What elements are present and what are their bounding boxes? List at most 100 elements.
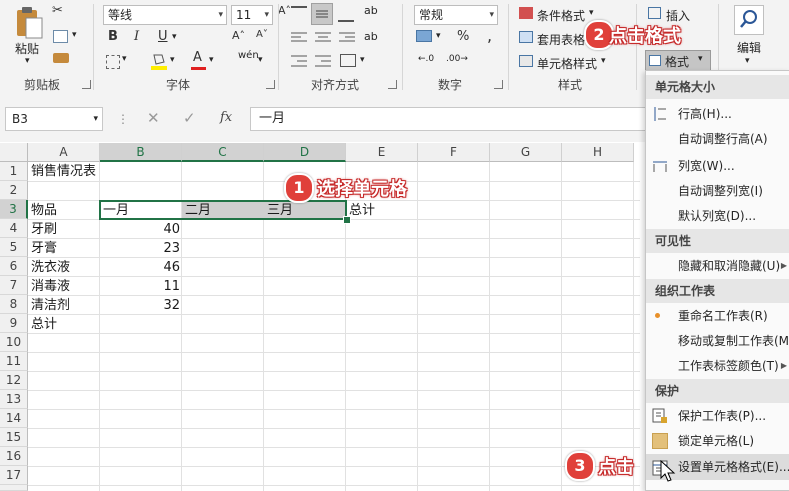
row-header[interactable]: 9 [0, 314, 28, 333]
cell-styles-dropdown-icon[interactable]: ▾ [601, 56, 606, 66]
cell-a7[interactable]: 消毒液 [29, 277, 72, 296]
underline-button[interactable]: U [158, 29, 168, 44]
grow-font-small-icon[interactable]: A˄ [232, 29, 245, 42]
menu-item-column-width[interactable]: 列宽(W)... [646, 154, 789, 178]
row-header[interactable]: 3 [0, 200, 28, 219]
editing-dropdown-icon[interactable]: ▾ [745, 56, 750, 66]
cell-a9[interactable]: 总计 [29, 315, 59, 334]
formula-input[interactable]: 一月 [250, 107, 650, 131]
paste-button[interactable]: 粘贴 [15, 40, 39, 57]
phonetic-button[interactable]: wén [238, 50, 259, 61]
column-header-d[interactable]: D [264, 143, 346, 162]
paste-dropdown-icon[interactable]: ▾ [25, 56, 30, 66]
row-header[interactable]: 14 [0, 409, 28, 428]
cell-b8[interactable]: 32 [100, 296, 182, 315]
row-header[interactable] [0, 485, 28, 491]
cell-b6[interactable]: 46 [100, 258, 182, 277]
row-header[interactable]: 2 [0, 181, 28, 200]
currency-icon[interactable] [416, 30, 432, 42]
phonetic-dropdown-icon[interactable]: ▾ [258, 55, 263, 65]
comma-button[interactable]: , [487, 26, 492, 45]
cell-b3[interactable]: 一月 [101, 201, 131, 220]
text-direction-icon[interactable]: ab [364, 4, 378, 17]
merge-dropdown-icon[interactable]: ▾ [360, 55, 365, 65]
font-name-select[interactable]: 等线 ▾ [103, 5, 227, 25]
column-header-g[interactable]: G [490, 143, 562, 162]
menu-item-rename-sheet[interactable]: 重命名工作表(R) [646, 304, 789, 328]
row-header[interactable]: 13 [0, 390, 28, 409]
row-header[interactable]: 11 [0, 352, 28, 371]
menu-item-hide-unhide[interactable]: 隐藏和取消隐藏(U) ▶ [646, 254, 789, 278]
copy-dropdown-icon[interactable]: ▾ [72, 30, 77, 40]
menu-item-row-height[interactable]: 行高(H)... [646, 102, 789, 126]
shrink-font-icon[interactable]: A˅ [256, 29, 268, 40]
align-center-icon[interactable] [315, 32, 331, 47]
border-dropdown-icon[interactable]: ▾ [122, 54, 127, 64]
cell-c3[interactable]: 二月 [183, 201, 213, 220]
cell-b5[interactable]: 23 [100, 239, 182, 258]
row-header[interactable]: 7 [0, 276, 28, 295]
select-all-corner[interactable] [0, 143, 28, 162]
number-launcher-icon[interactable] [494, 80, 503, 89]
table-format-button[interactable]: 套用表格格式 [537, 31, 589, 48]
column-header-e[interactable]: E [346, 143, 418, 162]
column-header-a[interactable]: A [28, 143, 100, 162]
format-painter-icon[interactable] [53, 53, 69, 63]
column-header-c[interactable]: C [182, 143, 264, 162]
border-icon[interactable] [106, 55, 120, 69]
name-box[interactable]: B3 ▾ [5, 107, 103, 131]
fill-color-dropdown-icon[interactable]: ▾ [170, 55, 175, 65]
cut-icon[interactable]: ✂ [52, 3, 63, 18]
percent-button[interactable]: % [457, 29, 469, 44]
column-header-b[interactable]: B [100, 143, 182, 162]
cell-a8[interactable]: 清洁剂 [29, 296, 72, 315]
paste-icon[interactable] [14, 6, 44, 40]
underline-dropdown-icon[interactable]: ▾ [172, 32, 177, 42]
align-left-icon[interactable] [291, 32, 307, 47]
cell-a3[interactable]: 物品 [29, 201, 59, 220]
cell-a6[interactable]: 洗衣液 [29, 258, 72, 277]
row-header[interactable]: 12 [0, 371, 28, 390]
cell-a4[interactable]: 牙刷 [29, 220, 59, 239]
row-header[interactable]: 10 [0, 333, 28, 352]
row-header[interactable]: 15 [0, 428, 28, 447]
row-header[interactable]: 4 [0, 219, 28, 238]
cancel-icon[interactable]: ✕ [147, 109, 160, 127]
row-header[interactable]: 8 [0, 295, 28, 314]
align-bottom-icon[interactable] [338, 6, 354, 22]
menu-item-autofit-column[interactable]: 自动调整列宽(I) [646, 179, 789, 203]
grow-font-icon[interactable]: A˄ [278, 4, 291, 17]
cell-b4[interactable]: 40 [100, 220, 182, 239]
menu-item-lock-cell[interactable]: 锁定单元格(L) [646, 429, 789, 453]
italic-button[interactable]: I [134, 29, 139, 44]
conditional-format-button[interactable]: 条件格式 [537, 7, 585, 24]
cell-a5[interactable]: 牙膏 [29, 239, 59, 258]
wrap-text-icon[interactable]: ab [364, 30, 378, 43]
chevron-down-icon[interactable]: ▾ [93, 108, 98, 130]
alignment-launcher-icon[interactable] [388, 80, 397, 89]
row-header[interactable]: 5 [0, 238, 28, 257]
decrease-decimal-icon[interactable]: .00→ [446, 54, 468, 64]
editing-button[interactable]: 编辑 [737, 39, 761, 56]
row-header[interactable]: 17 [0, 466, 28, 485]
search-icon[interactable] [734, 5, 764, 35]
enter-icon[interactable]: ✓ [183, 109, 196, 127]
cell-styles-button[interactable]: 单元格样式 [537, 55, 597, 72]
font-color-dropdown-icon[interactable]: ▾ [209, 55, 214, 65]
format-button[interactable]: 格式 ▾ [645, 50, 711, 71]
increase-decimal-icon[interactable]: ←.0 [418, 54, 434, 64]
menu-item-tab-color[interactable]: 工作表标签颜色(T) ▶ [646, 354, 789, 378]
align-right-icon[interactable] [339, 32, 355, 47]
font-size-select[interactable]: 11 ▾ [231, 5, 273, 25]
increase-indent-icon[interactable] [315, 55, 331, 70]
formula-bar-grip-icon[interactable]: ⋮ [117, 112, 129, 126]
cell-a1[interactable]: 销售情况表 [29, 162, 98, 181]
row-header[interactable]: 16 [0, 447, 28, 466]
copy-icon[interactable] [53, 30, 68, 43]
clipboard-launcher-icon[interactable] [82, 80, 91, 89]
align-middle-icon[interactable] [311, 3, 333, 25]
fill-color-icon[interactable] [150, 52, 168, 70]
row-header[interactable]: 1 [0, 162, 28, 181]
cell-e3[interactable]: 总计 [347, 201, 377, 220]
bold-button[interactable]: B [108, 29, 118, 44]
